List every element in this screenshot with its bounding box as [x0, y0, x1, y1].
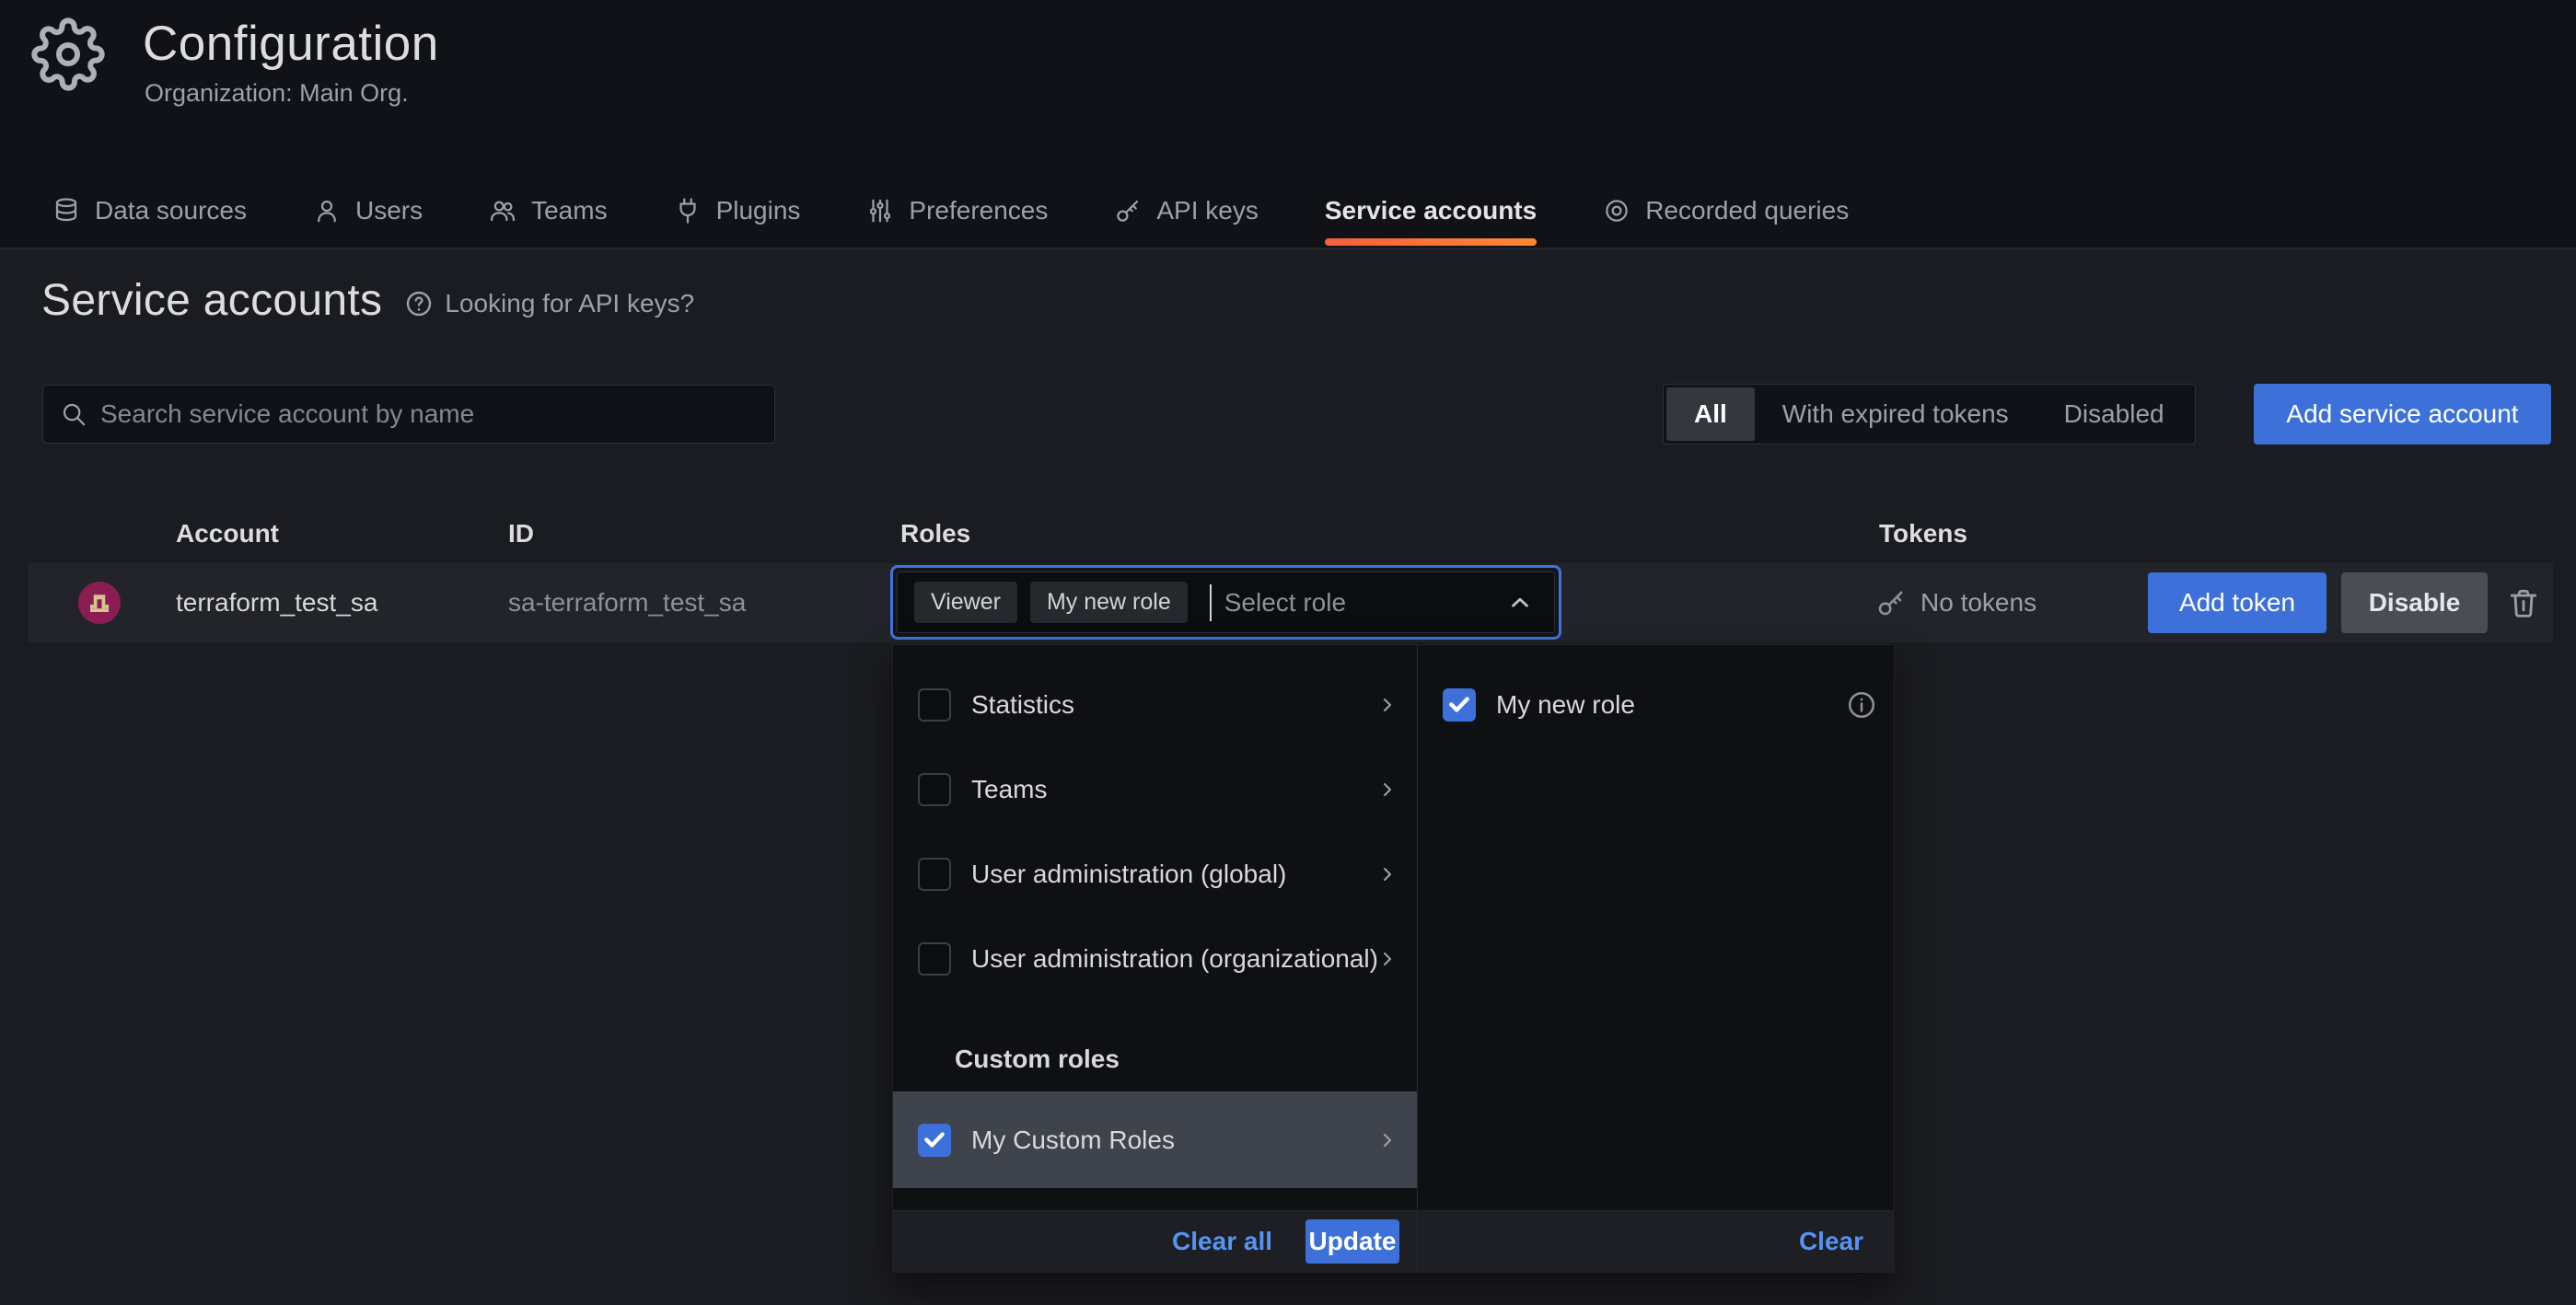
page-header: Configuration Organization: Main Org. Da… — [0, 0, 2576, 249]
role-menu-footer: Clear all Update — [893, 1210, 1417, 1272]
checkbox-unchecked[interactable] — [918, 773, 951, 806]
info-circle-icon[interactable] — [1846, 689, 1877, 721]
tab-api-keys[interactable]: API keys — [1114, 174, 1258, 248]
account-id: sa-terraform_test_sa — [508, 588, 746, 618]
checkbox-unchecked[interactable] — [918, 688, 951, 722]
clear-button[interactable]: Clear — [1799, 1227, 1863, 1256]
filter-with-expired-tokens[interactable]: With expired tokens — [1755, 387, 2036, 441]
filter-all[interactable]: All — [1666, 387, 1755, 441]
plug-icon — [674, 197, 702, 225]
filter-disabled[interactable]: Disabled — [2036, 387, 2192, 441]
gear-icon — [31, 17, 105, 91]
role-label: My new role — [1496, 690, 1635, 720]
tab-label: Users — [355, 196, 423, 225]
table-row[interactable]: terraform_test_sa sa-terraform_test_sa V… — [28, 563, 2553, 642]
custom-roles-heading: Custom roles — [955, 1045, 1120, 1074]
key-icon — [1875, 587, 1907, 618]
database-icon — [52, 197, 80, 225]
help-link-label: Looking for API keys? — [445, 289, 694, 318]
group-label: User administration (global) — [971, 860, 1286, 889]
role-group-user-admin-org[interactable]: User administration (organizational) — [893, 917, 1417, 1001]
token-filter-group: All With expired tokens Disabled — [1663, 384, 2196, 445]
tokens-status: No tokens — [1920, 588, 2036, 618]
org-subtitle: Organization: Main Org. — [145, 79, 409, 108]
update-button[interactable]: Update — [1305, 1219, 1399, 1264]
config-tabs: Data sources Users Teams Plugins — [52, 174, 1849, 248]
tab-label: Data sources — [95, 196, 247, 225]
tab-users[interactable]: Users — [313, 174, 423, 248]
service-accounts-content: Service accounts Looking for API keys? A… — [0, 250, 2576, 1305]
users-icon — [489, 197, 516, 225]
role-picker[interactable]: Viewer My new role Select role — [890, 565, 1561, 640]
checkbox-checked[interactable] — [1443, 688, 1476, 722]
angle-right-icon — [1376, 863, 1398, 885]
role-groups-panel: Statistics Teams User administration (gl… — [893, 645, 1417, 1272]
add-token-button[interactable]: Add token — [2148, 572, 2327, 633]
column-id: ID — [508, 519, 534, 549]
record-icon — [1603, 197, 1630, 225]
tab-data-sources[interactable]: Data sources — [52, 174, 247, 248]
angle-right-icon — [1376, 779, 1398, 801]
avatar — [78, 582, 121, 624]
checkmark-icon — [1447, 693, 1471, 717]
role-chip-viewer[interactable]: Viewer — [914, 582, 1017, 623]
column-account: Account — [176, 519, 279, 549]
clear-all-button[interactable]: Clear all — [1172, 1227, 1272, 1256]
page-head: Service accounts Looking for API keys? — [41, 272, 694, 328]
column-tokens: Tokens — [1879, 519, 1967, 549]
group-label: Statistics — [971, 690, 1074, 720]
tab-preferences[interactable]: Preferences — [866, 174, 1048, 248]
text-cursor — [1210, 584, 1212, 621]
tab-label: API keys — [1156, 196, 1258, 225]
tab-label: Service accounts — [1325, 196, 1537, 225]
column-roles: Roles — [900, 519, 970, 549]
api-keys-help-link[interactable]: Looking for API keys? — [404, 289, 694, 318]
chevron-up-icon[interactable] — [1506, 589, 1534, 617]
role-submenu-panel: My new role Clear — [1417, 645, 1894, 1272]
search-input[interactable] — [100, 399, 758, 429]
checkmark-icon — [922, 1128, 946, 1152]
tab-label: Plugins — [716, 196, 801, 225]
role-group-teams[interactable]: Teams — [893, 747, 1417, 832]
grafana-configuration-page: Configuration Organization: Main Org. Da… — [0, 0, 2576, 1305]
group-label: User administration (organizational) — [971, 944, 1378, 974]
role-picker-input[interactable]: Viewer My new role Select role — [897, 572, 1555, 633]
tab-plugins[interactable]: Plugins — [674, 174, 801, 248]
search-box — [42, 385, 775, 444]
search-icon — [60, 400, 87, 428]
role-submenu-footer: Clear — [1418, 1210, 1894, 1272]
account-name[interactable]: terraform_test_sa — [176, 588, 377, 618]
role-group-user-admin-global[interactable]: User administration (global) — [893, 832, 1417, 917]
app-title: Configuration — [143, 16, 439, 72]
key-icon — [1114, 197, 1142, 225]
checkbox-unchecked[interactable] — [918, 858, 951, 891]
role-group-my-custom-roles[interactable]: My Custom Roles — [893, 1091, 1417, 1188]
question-circle-icon — [404, 289, 434, 318]
angle-right-icon — [1376, 694, 1398, 716]
tab-teams[interactable]: Teams — [489, 174, 607, 248]
user-icon — [313, 197, 341, 225]
tab-label: Recorded queries — [1645, 196, 1849, 225]
angle-right-icon — [1376, 1129, 1398, 1151]
tab-label: Preferences — [909, 196, 1048, 225]
table-header: Account ID Roles Tokens — [0, 519, 2576, 552]
role-chip-my-new-role[interactable]: My new role — [1030, 582, 1188, 623]
tab-service-accounts[interactable]: Service accounts — [1325, 174, 1537, 248]
role-group-statistics[interactable]: Statistics — [893, 663, 1417, 747]
add-service-account-button[interactable]: Add service account — [2254, 384, 2551, 445]
role-picker-placeholder: Select role — [1224, 588, 1346, 618]
group-label: My Custom Roles — [971, 1126, 1175, 1155]
angle-right-icon — [1376, 948, 1398, 970]
trash-icon[interactable] — [2506, 585, 2541, 620]
role-picker-menu: Statistics Teams User administration (gl… — [892, 644, 1895, 1273]
checkbox-unchecked[interactable] — [918, 942, 951, 976]
group-label: Teams — [971, 775, 1047, 804]
disable-button[interactable]: Disable — [2341, 572, 2488, 633]
role-item-my-new-role[interactable]: My new role — [1418, 663, 1894, 747]
tab-recorded-queries[interactable]: Recorded queries — [1603, 174, 1849, 248]
checkbox-checked[interactable] — [918, 1124, 951, 1157]
tab-label: Teams — [531, 196, 607, 225]
page-title: Service accounts — [41, 275, 382, 326]
sliders-icon — [866, 197, 894, 225]
